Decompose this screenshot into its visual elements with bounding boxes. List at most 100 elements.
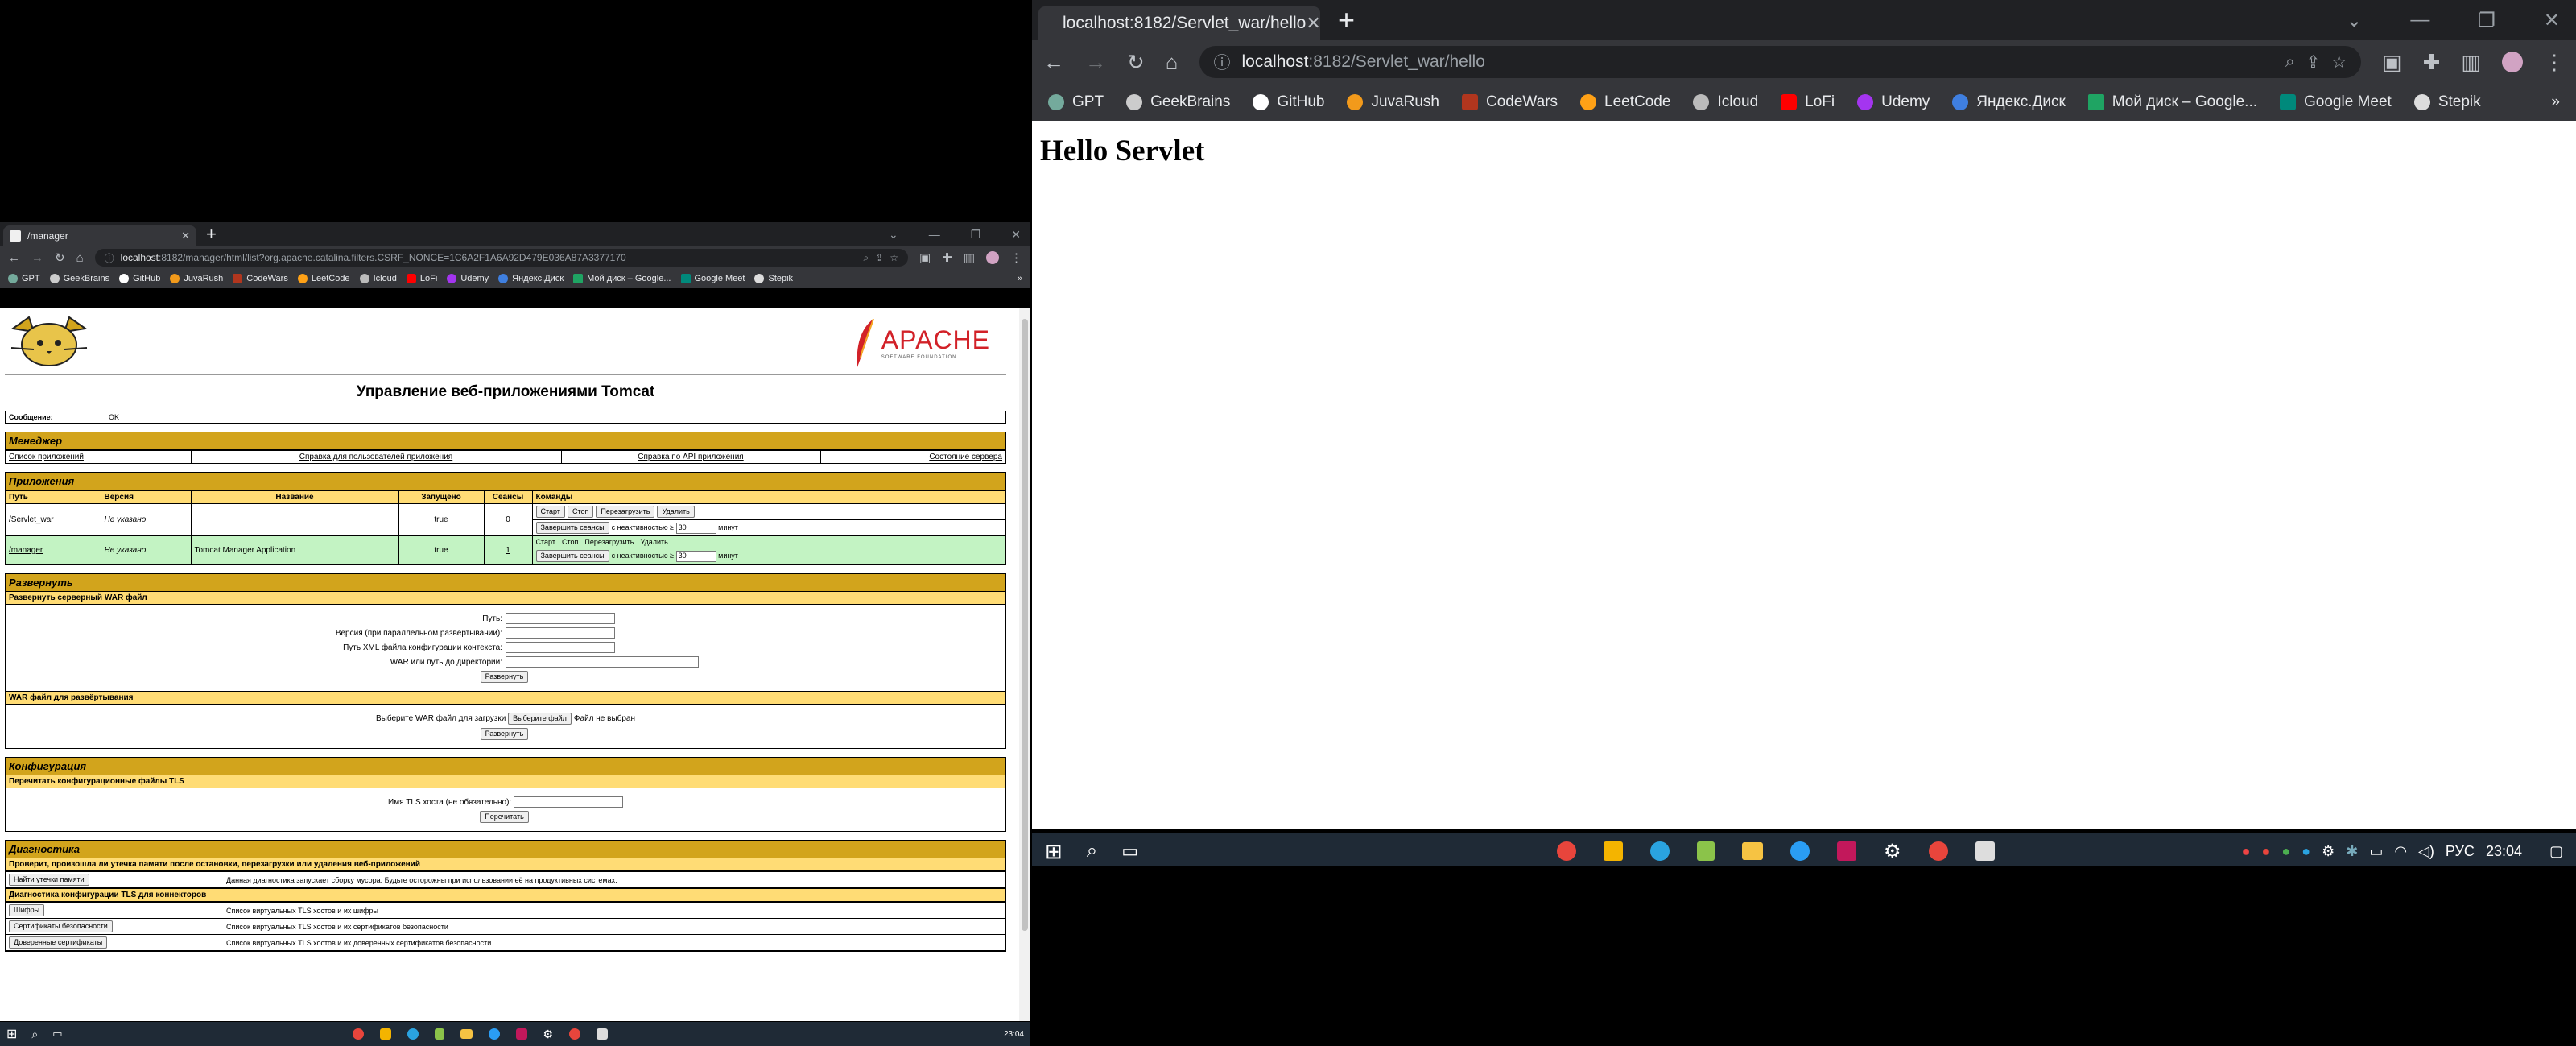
start-icon[interactable]: ⊞ — [1045, 839, 1063, 864]
folder-icon[interactable] — [460, 1029, 473, 1039]
scrollbar-thumb[interactable] — [1022, 319, 1028, 931]
new-tab-icon[interactable]: + — [206, 224, 217, 245]
menu-kebab-icon[interactable]: ⋮ — [1010, 250, 1022, 265]
sessions-link[interactable]: 0 — [506, 515, 510, 524]
tab-manager[interactable]: /manager ✕ — [3, 225, 196, 246]
tray-icon[interactable]: ● — [2281, 843, 2290, 860]
restore-icon[interactable]: ❐ — [2478, 9, 2496, 32]
deploy-war-input[interactable] — [506, 656, 699, 668]
search-icon[interactable]: ⌕ — [1087, 840, 1097, 862]
close-tab-icon[interactable]: ✕ — [181, 229, 190, 242]
extension-icon[interactable]: ▣ — [919, 250, 931, 265]
trusted-certificates-button[interactable]: Доверенные сертификаты — [9, 936, 108, 949]
info-icon[interactable]: ⓘ — [105, 251, 114, 265]
bookmark-juvarush[interactable]: JuvaRush — [1347, 93, 1439, 111]
bookmark-udemy[interactable]: Udemy — [447, 274, 489, 283]
close-window-icon[interactable]: ✕ — [2544, 9, 2560, 32]
intellij-icon[interactable] — [1837, 841, 1857, 861]
menu-kebab-icon[interactable]: ⋮ — [2544, 50, 2565, 75]
sidepanel-icon[interactable]: ▥ — [964, 250, 975, 265]
back-icon[interactable]: ← — [1043, 50, 1064, 75]
share-icon[interactable]: ⇪ — [2306, 52, 2321, 72]
deploy-version-input[interactable] — [506, 627, 615, 639]
scrollbar[interactable] — [1019, 308, 1030, 1021]
battery-icon[interactable]: ▭ — [2369, 843, 2383, 860]
bookmark-leetcode[interactable]: LeetCode — [297, 274, 350, 283]
bookmark-leetcode[interactable]: LeetCode — [1580, 93, 1670, 111]
sessions-link[interactable]: 1 — [506, 546, 510, 555]
tls-reload-button[interactable]: Перечитать — [480, 811, 529, 823]
expire-sessions-button[interactable]: Завершить сеансы — [535, 550, 609, 562]
telegram-icon[interactable] — [1650, 841, 1670, 861]
back-icon[interactable]: ← — [8, 251, 20, 265]
bookmark-google-drive[interactable]: Мой диск – Google... — [2087, 93, 2257, 111]
puzzle-icon[interactable]: ✚ — [942, 250, 952, 265]
puzzle-icon[interactable]: ✚ — [2423, 50, 2441, 75]
tray-settings-icon[interactable]: ⚙ — [2322, 843, 2334, 860]
telegram-icon[interactable] — [407, 1028, 419, 1040]
tray-app-icon[interactable]: ● — [2242, 843, 2251, 860]
settings-gear-icon[interactable]: ⚙ — [543, 1027, 554, 1041]
notepad-icon[interactable] — [434, 1028, 444, 1040]
expire-sessions-button[interactable]: Завершить сеансы — [535, 522, 609, 534]
close-tab-icon[interactable]: ✕ — [1306, 13, 1320, 34]
start-button[interactable]: Старт — [535, 506, 565, 518]
info-app-icon[interactable] — [1790, 841, 1810, 861]
api-help-link[interactable]: Справка по API приложения — [638, 453, 743, 461]
chrome-icon[interactable] — [1557, 841, 1577, 861]
zoom-icon[interactable]: ⌕ — [2285, 52, 2295, 72]
info-app-icon[interactable] — [488, 1028, 500, 1040]
undeploy-button[interactable]: Удалить — [657, 506, 695, 518]
bookmark-icloud[interactable]: Icloud — [359, 274, 397, 283]
intellij-icon[interactable] — [515, 1028, 527, 1040]
bookmark-github[interactable]: GitHub — [1253, 93, 1324, 111]
bookmark-star-icon[interactable]: ☆ — [2331, 52, 2347, 72]
minimize-icon[interactable]: — — [929, 228, 940, 241]
close-window-icon[interactable]: ✕ — [1011, 228, 1021, 242]
wifi-icon[interactable]: ◠ — [2394, 843, 2407, 860]
bookmark-google-meet[interactable]: Google Meet — [2280, 93, 2392, 111]
idle-minutes-input[interactable]: 30 — [675, 550, 716, 562]
bookmark-udemy[interactable]: Udemy — [1857, 93, 1930, 111]
minimize-icon[interactable]: — — [2410, 9, 2429, 31]
forward-icon[interactable]: → — [31, 251, 43, 265]
avatar[interactable] — [2502, 52, 2523, 72]
choose-file-button[interactable]: Выберите файл — [508, 713, 572, 725]
restore-icon[interactable]: ❐ — [971, 228, 981, 242]
app-icon[interactable] — [1604, 841, 1624, 861]
reload-icon[interactable]: ↻ — [55, 250, 65, 265]
sidepanel-icon[interactable]: ▥ — [2461, 50, 2481, 75]
search-icon[interactable]: ⌕ — [31, 1027, 38, 1041]
chrome-active-icon[interactable] — [1928, 841, 1948, 861]
start-icon[interactable]: ⊞ — [6, 1026, 17, 1042]
bookmark-icloud[interactable]: Icloud — [1693, 93, 1758, 111]
zoom-icon[interactable]: ⌕ — [863, 252, 869, 264]
bookmark-yandex-disk[interactable]: Яндекс.Диск — [498, 274, 564, 283]
more-bookmarks-icon[interactable]: » — [2551, 93, 2560, 111]
tab-search-icon[interactable]: ⌄ — [2346, 9, 2362, 32]
bookmark-codewars[interactable]: CodeWars — [1461, 93, 1558, 111]
bluetooth-icon[interactable]: ✱ — [2346, 843, 2358, 860]
tray-chrome-icon[interactable]: ● — [2261, 843, 2270, 860]
app-path-link[interactable]: /manager — [9, 546, 43, 555]
idle-minutes-input[interactable]: 30 — [675, 522, 716, 534]
reload-button[interactable]: Перезагрузить — [596, 506, 655, 518]
home-icon[interactable]: ⌂ — [76, 251, 84, 265]
new-tab-icon[interactable]: + — [1338, 3, 1355, 37]
deploy-path-input[interactable] — [506, 613, 615, 624]
bookmark-geekbrains[interactable]: GeekBrains — [49, 274, 109, 283]
more-bookmarks-icon[interactable]: » — [1018, 274, 1022, 283]
find-leaks-button[interactable]: Найти утечки памяти — [9, 874, 89, 886]
tomcat-app-icon[interactable] — [1975, 841, 1995, 861]
app-path-link[interactable]: /Servlet_war — [9, 515, 54, 524]
tls-host-input[interactable] — [513, 796, 623, 808]
extension-icon[interactable]: ▣ — [2382, 50, 2402, 75]
deploy-upload-button[interactable]: Развернуть — [480, 728, 529, 740]
tray-telegram-icon[interactable]: ● — [2301, 843, 2310, 860]
server-status-link[interactable]: Состояние сервера — [929, 453, 1002, 461]
html-help-link[interactable]: Справка для пользователей приложения — [299, 453, 452, 461]
avatar[interactable] — [986, 251, 999, 264]
bookmark-stepik[interactable]: Stepik — [2413, 93, 2481, 111]
certificates-button[interactable]: Сертификаты безопасности — [9, 920, 113, 932]
clock[interactable]: 23:04 — [2486, 843, 2522, 860]
